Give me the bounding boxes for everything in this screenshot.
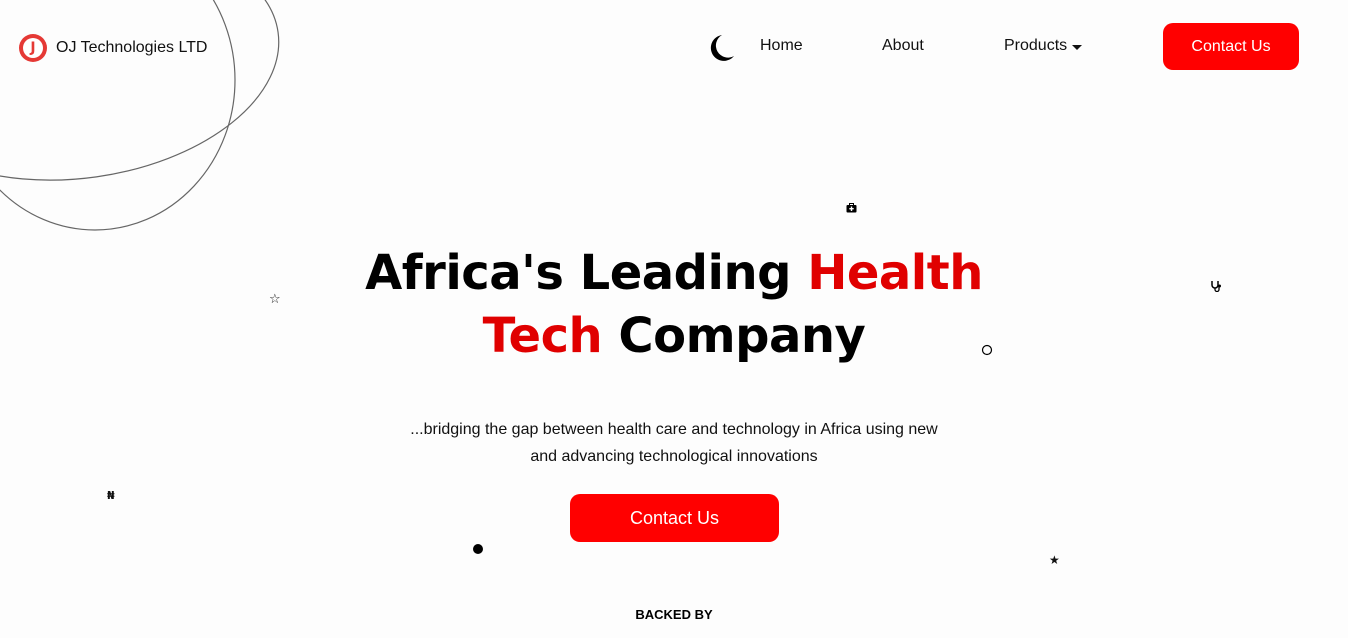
hero-contact-button[interactable]: Contact Us bbox=[570, 494, 779, 542]
star-filled-icon: ★ bbox=[1049, 553, 1060, 567]
nav-home[interactable]: Home bbox=[760, 37, 803, 55]
hero-title: Africa's Leading Health Tech Company bbox=[324, 242, 1024, 368]
hero-subtitle-line2: and advancing technological innovations bbox=[530, 448, 818, 465]
nav-products-label: Products bbox=[1004, 37, 1068, 54]
hero-title-part1: Africa's Leading bbox=[365, 245, 808, 301]
nav-about[interactable]: About bbox=[882, 37, 924, 55]
first-aid-kit-icon bbox=[846, 203, 857, 213]
filled-dot-icon bbox=[473, 544, 483, 554]
brand-logo-link[interactable]: J OJ Technologies LTD bbox=[19, 34, 207, 62]
brand-name: OJ Technologies LTD bbox=[56, 39, 208, 56]
backed-by-heading: BACKED BY bbox=[635, 607, 713, 622]
nav-products-dropdown[interactable]: Products bbox=[1004, 37, 1083, 55]
hero-title-part2: Company bbox=[602, 308, 866, 364]
hero-title-highlight-tech: Tech bbox=[482, 308, 603, 364]
logo-letter: J bbox=[23, 38, 43, 58]
caret-down-icon bbox=[1072, 44, 1083, 50]
stethoscope-icon bbox=[1211, 281, 1221, 292]
circle-outline-icon bbox=[981, 344, 993, 356]
header-contact-button[interactable]: Contact Us bbox=[1163, 23, 1299, 70]
dark-mode-toggle-moon-icon[interactable] bbox=[704, 32, 736, 64]
company-logo-icon: J bbox=[19, 34, 47, 62]
hero-subtitle: ...bridging the gap between health care … bbox=[374, 416, 974, 470]
hero-title-highlight-health: Health bbox=[807, 245, 983, 301]
hero-subtitle-line1: ...bridging the gap between health care … bbox=[410, 421, 938, 438]
star-outline-icon: ☆ bbox=[269, 292, 281, 307]
naira-currency-icon: ₦ bbox=[107, 489, 115, 502]
landing-page: J OJ Technologies LTD Home About Product… bbox=[0, 0, 1348, 638]
